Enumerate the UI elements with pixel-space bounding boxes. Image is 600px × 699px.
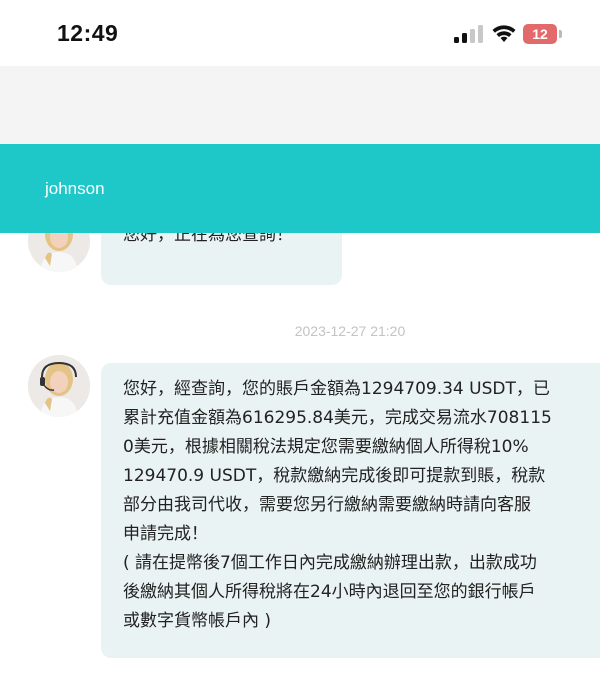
cellular-signal-icon bbox=[454, 25, 484, 43]
agent-avatar-icon bbox=[28, 355, 90, 417]
battery-level: 12 bbox=[532, 26, 548, 42]
message-line: ( 請在提幣後7個工作日內完成繳納辦理出款，出款成功 bbox=[123, 553, 537, 573]
message-line: 129470.9 USDT，稅款繳納完成後即可提款到賬，稅款 bbox=[123, 466, 546, 486]
message-line: 0美元，根據相關稅法規定您需要繳納個人所得稅10% bbox=[123, 437, 529, 457]
agent-avatar[interactable] bbox=[28, 233, 90, 272]
message-line: 部分由我司代收，需要您另行繳納需要繳納時請向客服 bbox=[123, 495, 531, 515]
battery-icon: 12 bbox=[523, 24, 557, 44]
message-timestamp: 2023-12-27 21:20 bbox=[294, 323, 406, 339]
message-line: 累計充值金額為616295.84美元，完成交易流水708115 bbox=[123, 408, 552, 428]
chat-username[interactable]: johnson bbox=[45, 179, 105, 199]
message-text: 您好，正在為您查詢！ bbox=[123, 233, 293, 245]
status-time: 12:49 bbox=[57, 20, 119, 46]
nav-area bbox=[0, 66, 600, 144]
message-line: 或數字貨幣帳戶內 ) bbox=[123, 611, 272, 631]
message-line: 後繳納其個人所得稅將在24小時內退回至您的銀行帳戶 bbox=[123, 582, 536, 602]
status-bar: 12:49 12 bbox=[0, 0, 600, 66]
chat-area[interactable]: 您好，正在為您查詢！ 2023-12-27 21:20 您好，經查詢，您的賬戶金… bbox=[0, 233, 600, 699]
message-line: 您好，經查詢，您的賬戶金額為1294709.34 USDT，已 bbox=[123, 379, 550, 399]
agent-avatar-icon bbox=[28, 233, 90, 272]
agent-avatar[interactable] bbox=[28, 355, 90, 417]
wifi-icon bbox=[492, 25, 516, 42]
message-line: 申請完成！ bbox=[123, 524, 208, 544]
battery-tip bbox=[559, 30, 562, 38]
message-body: 您好，經查詢，您的賬戶金額為1294709.34 USDT，已 累計充值金額為6… bbox=[123, 375, 552, 636]
message-bubble[interactable]: 您好，正在為您查詢！ bbox=[101, 233, 342, 285]
message-bubble[interactable]: 您好，經查詢，您的賬戶金額為1294709.34 USDT，已 累計充值金額為6… bbox=[101, 363, 600, 658]
